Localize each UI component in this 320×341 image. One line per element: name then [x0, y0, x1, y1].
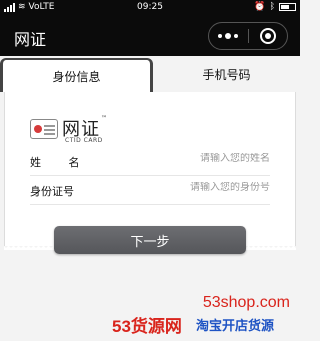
- name-label: 姓 名: [30, 156, 92, 169]
- logo-subtitle: CTID CARD: [65, 137, 103, 144]
- close-button[interactable]: [249, 23, 288, 49]
- tab-identity-label: 身份信息: [52, 69, 101, 84]
- id-label: 身份证号: [30, 185, 74, 198]
- id-row: 身份证号: [30, 177, 270, 205]
- watermark-brand: 53货源网: [112, 317, 182, 336]
- status-right: ⏰ ᛒ: [254, 2, 296, 12]
- watermark-slogan: 淘宝开店货源: [196, 318, 275, 333]
- capsule-home-icon: [259, 28, 276, 44]
- name-input[interactable]: [140, 153, 270, 164]
- next-button[interactable]: 下一步: [54, 226, 246, 254]
- id-card-icon: [30, 119, 58, 139]
- id-number-input[interactable]: [140, 182, 270, 193]
- more-dots-icon: [218, 32, 239, 39]
- miniprogram-capsule: [208, 22, 288, 50]
- tab-identity[interactable]: 身份信息: [0, 58, 153, 92]
- bluetooth-icon: ᛒ: [269, 2, 275, 12]
- tab-bar: 身份信息 手机号码: [0, 56, 300, 92]
- battery-icon: [279, 3, 296, 11]
- name-row: 姓 名: [30, 148, 270, 176]
- logo-trademark: ™: [101, 115, 107, 122]
- nav-bar: 网证: [0, 16, 300, 56]
- tab-phone-label: 手机号码: [202, 67, 251, 82]
- page-title: 网证: [14, 30, 47, 49]
- alarm-icon: ⏰: [254, 2, 266, 12]
- more-button[interactable]: [209, 23, 248, 49]
- tab-phone[interactable]: 手机号码: [153, 56, 300, 92]
- watermark-domain: 53shop.com: [202, 294, 290, 311]
- ctid-logo: 网证 ™ CTID CARD: [30, 115, 120, 147]
- status-bar: ≋ VoLTE 09:25 ⏰ ᛒ: [0, 0, 300, 16]
